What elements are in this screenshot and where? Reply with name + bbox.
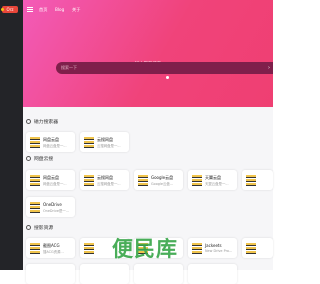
circle-icon [26,119,31,124]
main-content: 首页 Blog 关于 磁力资源搜索 搜索一下 › 磁力搜索器 网盘云盘网盘云盘是… [23,0,273,284]
site-card[interactable] [242,238,273,258]
site-card[interactable] [242,170,273,190]
search-placeholder: 搜索一下 [61,65,77,70]
site-card[interactable]: 截图ACG 搜ACG资源... [26,238,75,258]
stack-icon [30,137,40,148]
sidebar: Orz [0,0,23,270]
stack-icon [84,175,94,186]
search-icon[interactable]: › [268,65,270,71]
site-card[interactable] [188,264,237,284]
nav-about[interactable]: 关于 [72,7,80,13]
site-card[interactable]: 云搜网盘 云搜网盘是一... [80,170,129,190]
site-card[interactable]: Jackeets New Drive Pro... [188,238,237,258]
site-card[interactable] [80,264,129,284]
section-title-magnet: 磁力搜索器 [26,118,58,125]
site-card[interactable]: 网盘云盘 网盘云盘是一... [26,170,75,190]
stack-icon [192,175,202,186]
hero-banner: 首页 Blog 关于 磁力资源搜索 搜索一下 › [23,0,273,107]
site-logo[interactable]: Orz [2,6,18,13]
stack-icon [138,175,148,186]
site-card[interactable]: Google云盘 Google云盘... [134,170,183,190]
watermark: 便民库 [112,237,178,261]
stack-icon [246,243,256,254]
site-card[interactable] [134,264,183,284]
section-title-video: 搜影资源 [26,224,53,231]
stack-icon [30,175,40,186]
stack-icon [30,202,40,213]
top-nav: 首页 Blog 关于 [23,0,273,20]
nav-blog[interactable]: Blog [55,7,64,12]
stack-icon [30,243,40,254]
site-card[interactable]: 天翼云盘 天翼云盘是一... [188,170,237,190]
stack-icon [192,243,202,254]
section-title-netdisk: 网盘云搜 [26,155,53,162]
stack-icon [84,137,94,148]
tab-indicator-dot [166,76,169,79]
nav-home[interactable]: 首页 [39,7,47,13]
logo-dot-icon [1,8,4,11]
site-card[interactable]: 云搜网盘 云搜网盘是一... [80,132,129,152]
site-card[interactable]: 网盘云盘 网盘云盘是一... [26,132,75,152]
circle-icon [26,225,31,230]
menu-icon[interactable] [27,7,33,12]
site-card[interactable] [26,264,75,284]
circle-icon [26,156,31,161]
site-card[interactable]: OneDrive OneDrive是一... [26,197,75,217]
stack-icon [84,243,94,254]
search-input[interactable]: 搜索一下 › [56,62,273,74]
stack-icon [246,175,256,186]
